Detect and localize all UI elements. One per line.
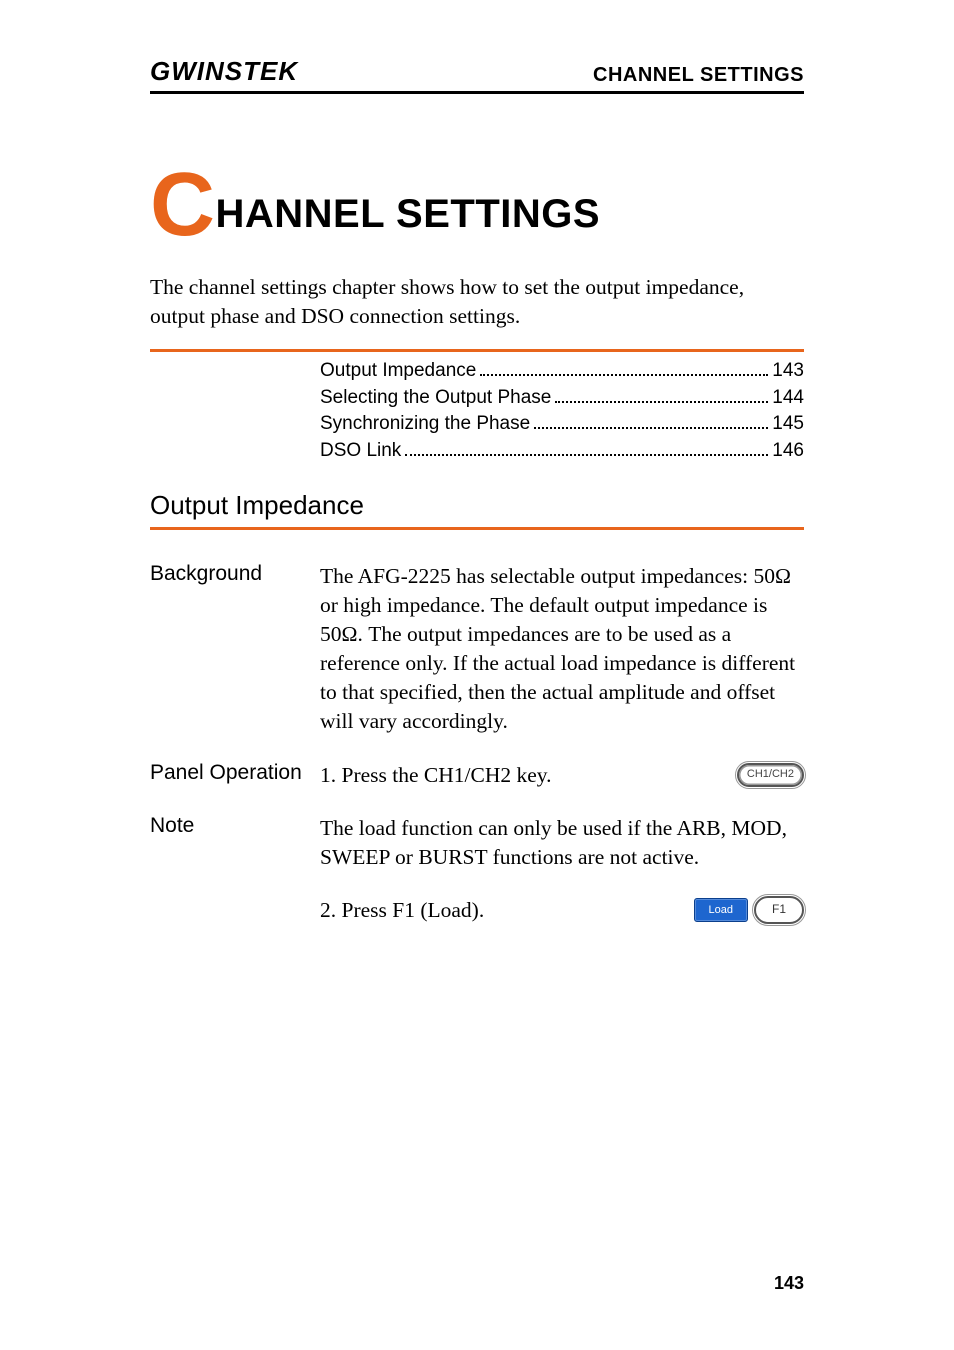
toc-item: DSO Link 146 xyxy=(320,438,804,465)
panel-operation-label: Panel Operation xyxy=(150,761,320,790)
toc-leader-dots xyxy=(555,387,768,402)
background-body: The AFG-2225 has selectable output imped… xyxy=(320,562,804,736)
table-of-contents: Output Impedance 143 Selecting the Outpu… xyxy=(150,358,804,464)
load-softkey-icon: Load xyxy=(694,898,748,923)
background-block: Background The AFG-2225 has selectable o… xyxy=(150,562,804,736)
toc-item: Output Impedance 143 xyxy=(320,358,804,385)
divider-bar xyxy=(150,349,804,352)
chapter-heading: CHANNEL SETTINGS xyxy=(150,174,804,237)
brand-logo: GWINSTEK xyxy=(150,56,298,87)
f1-key-icon: F1 xyxy=(754,896,804,923)
page-number: 143 xyxy=(774,1273,804,1294)
step-1-text: 1. Press the CH1/CH2 key. xyxy=(320,761,725,790)
toc-leader-dots xyxy=(534,414,768,429)
chapter-heading-rest: HANNEL SETTINGS xyxy=(216,192,601,236)
toc-label: Selecting the Output Phase xyxy=(320,385,551,412)
toc-leader-dots xyxy=(480,361,768,376)
toc-item: Synchronizing the Phase 145 xyxy=(320,411,804,438)
note-body: The load function can only be used if th… xyxy=(320,814,804,872)
toc-label: DSO Link xyxy=(320,438,401,465)
panel-operation-step-1: Panel Operation 1. Press the CH1/CH2 key… xyxy=(150,761,804,790)
toc-label: Output Impedance xyxy=(320,358,476,385)
toc-leader-dots xyxy=(405,441,768,456)
step-2-text: 2. Press F1 (Load). xyxy=(320,896,682,925)
chapter-drop-cap: C xyxy=(150,155,216,255)
toc-page: 144 xyxy=(772,385,804,412)
toc-item: Selecting the Output Phase 144 xyxy=(320,385,804,412)
header-chapter-title: CHANNEL SETTINGS xyxy=(593,64,804,87)
note-block: Note The load function can only be used … xyxy=(150,814,804,872)
toc-page: 145 xyxy=(772,411,804,438)
toc-label: Synchronizing the Phase xyxy=(320,411,530,438)
section-heading: Output Impedance xyxy=(150,490,804,521)
page-header: GWINSTEK CHANNEL SETTINGS xyxy=(150,56,804,94)
toc-page: 143 xyxy=(772,358,804,385)
note-label: Note xyxy=(150,814,320,872)
ch1-ch2-key-icon: CH1/CH2 xyxy=(737,763,804,787)
background-label: Background xyxy=(150,562,320,736)
empty-label xyxy=(150,896,320,925)
chapter-intro: The channel settings chapter shows how t… xyxy=(150,273,804,331)
panel-operation-step-2: 2. Press F1 (Load). Load F1 xyxy=(150,896,804,925)
section-divider xyxy=(150,527,804,530)
toc-page: 146 xyxy=(772,438,804,465)
softkey-group: Load F1 xyxy=(694,896,805,923)
